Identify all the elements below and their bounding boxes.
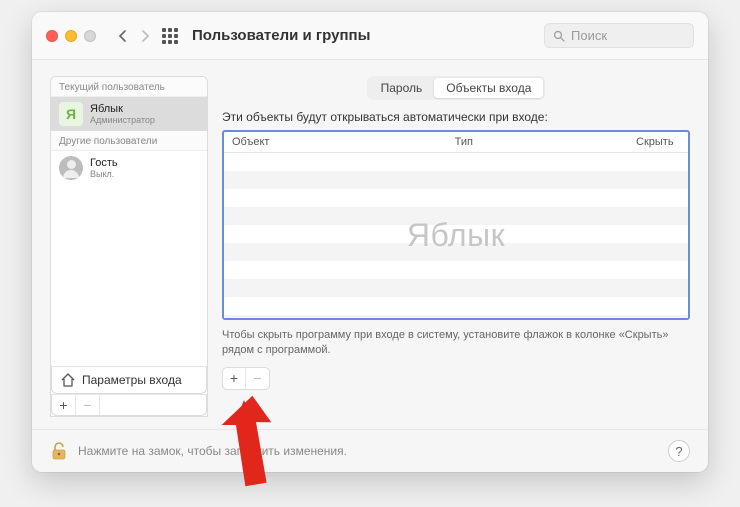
search-icon bbox=[553, 30, 565, 42]
fullscreen-window-button bbox=[84, 30, 96, 42]
login-options-label: Параметры входа bbox=[82, 373, 182, 387]
add-user-button[interactable]: + bbox=[52, 395, 76, 415]
login-options-button[interactable]: Параметры входа bbox=[51, 366, 207, 394]
user-add-remove-bar: + − bbox=[51, 394, 207, 416]
current-user-section-header: Текущий пользователь bbox=[51, 77, 207, 97]
content-area: Текущий пользователь Я Яблык Администрат… bbox=[32, 60, 708, 429]
footer: Нажмите на замок, чтобы запретить измене… bbox=[32, 429, 708, 472]
user-name: Гость bbox=[90, 157, 118, 169]
user-name: Яблык bbox=[90, 103, 155, 115]
table-header: Объект Тип Скрыть bbox=[224, 132, 688, 153]
login-items-table[interactable]: Объект Тип Скрыть Яблык bbox=[222, 130, 690, 320]
titlebar: Пользователи и группы Поиск bbox=[32, 12, 708, 60]
lock-hint-text: Нажмите на замок, чтобы запретить измене… bbox=[78, 444, 347, 458]
back-button[interactable] bbox=[112, 25, 134, 47]
tab-login-items[interactable]: Объекты входа bbox=[434, 78, 543, 98]
user-row-guest[interactable]: Гость Выкл. bbox=[51, 151, 207, 185]
avatar: Я bbox=[59, 102, 83, 126]
window-controls bbox=[46, 30, 96, 42]
close-window-button[interactable] bbox=[46, 30, 58, 42]
tab-group: Пароль Объекты входа bbox=[367, 76, 546, 100]
minimize-window-button[interactable] bbox=[65, 30, 77, 42]
user-role: Администратор bbox=[90, 115, 155, 125]
help-button[interactable]: ? bbox=[668, 440, 690, 462]
column-object[interactable]: Объект bbox=[224, 132, 447, 152]
login-items-description: Эти объекты будут открываться автоматиче… bbox=[222, 110, 690, 124]
remove-login-item-button: − bbox=[246, 368, 269, 389]
users-sidebar: Текущий пользователь Я Яблык Администрат… bbox=[50, 76, 208, 417]
other-users-section-header: Другие пользователи bbox=[51, 131, 207, 151]
hide-hint-text: Чтобы скрыть программу при входе в систе… bbox=[222, 328, 690, 359]
preferences-window: Пользователи и группы Поиск Текущий поль… bbox=[32, 12, 708, 472]
watermark-text: Яблык bbox=[224, 153, 688, 318]
tab-password[interactable]: Пароль bbox=[369, 78, 435, 98]
house-icon bbox=[60, 372, 76, 388]
remove-user-button: − bbox=[76, 395, 100, 415]
avatar-guest-icon bbox=[59, 156, 83, 180]
user-list: Текущий пользователь Я Яблык Администрат… bbox=[50, 76, 208, 417]
user-row-current[interactable]: Я Яблык Администратор bbox=[51, 97, 207, 131]
main-panel: Пароль Объекты входа Эти объекты будут о… bbox=[222, 76, 690, 417]
search-placeholder: Поиск bbox=[571, 28, 607, 43]
search-input[interactable]: Поиск bbox=[544, 23, 694, 48]
column-hide[interactable]: Скрыть bbox=[628, 132, 688, 152]
column-type[interactable]: Тип bbox=[447, 132, 628, 152]
window-title: Пользователи и группы bbox=[192, 27, 370, 44]
show-all-preferences-button[interactable] bbox=[162, 28, 178, 44]
forward-button bbox=[134, 25, 156, 47]
table-body[interactable]: Яблык bbox=[224, 153, 688, 318]
lock-icon[interactable] bbox=[50, 441, 68, 461]
add-login-item-button[interactable]: + bbox=[223, 368, 246, 389]
user-status: Выкл. bbox=[90, 169, 118, 179]
login-item-add-remove-bar: + − bbox=[222, 367, 270, 390]
